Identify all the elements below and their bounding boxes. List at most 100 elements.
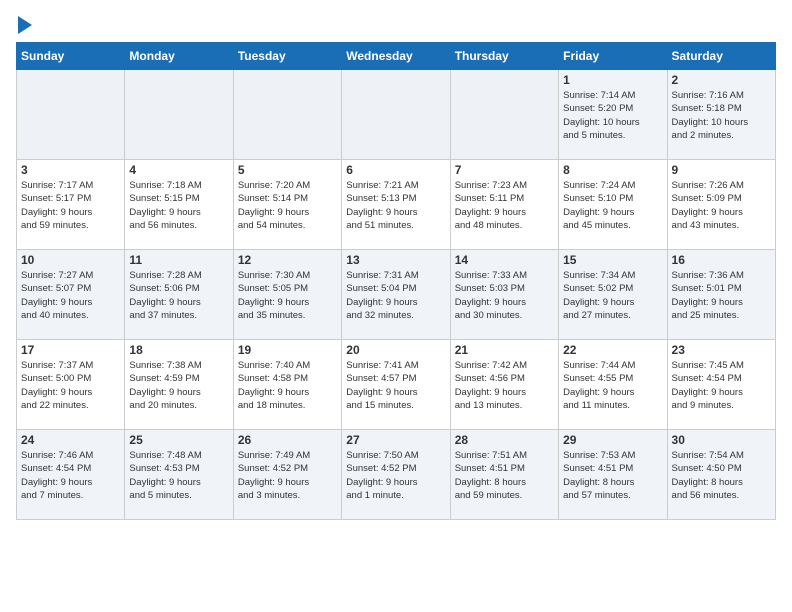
calendar-cell: 9 Sunrise: 7:26 AM Sunset: 5:09 PM Daylig… xyxy=(667,160,775,250)
day-number: 12 xyxy=(238,253,337,267)
day-info: Sunrise: 7:53 AM Sunset: 4:51 PM Dayligh… xyxy=(563,449,662,502)
day-number: 4 xyxy=(129,163,228,177)
day-info: Sunrise: 7:36 AM Sunset: 5:01 PM Dayligh… xyxy=(672,269,771,322)
day-info: Sunrise: 7:42 AM Sunset: 4:56 PM Dayligh… xyxy=(455,359,554,412)
calendar-cell: 13 Sunrise: 7:31 AM Sunset: 5:04 PM Dayli… xyxy=(342,250,450,340)
calendar-cell: 19 Sunrise: 7:40 AM Sunset: 4:58 PM Dayli… xyxy=(233,340,341,430)
day-number: 11 xyxy=(129,253,228,267)
day-info: Sunrise: 7:20 AM Sunset: 5:14 PM Dayligh… xyxy=(238,179,337,232)
calendar-cell: 12 Sunrise: 7:30 AM Sunset: 5:05 PM Dayli… xyxy=(233,250,341,340)
day-info: Sunrise: 7:14 AM Sunset: 5:20 PM Dayligh… xyxy=(563,89,662,142)
day-info: Sunrise: 7:46 AM Sunset: 4:54 PM Dayligh… xyxy=(21,449,120,502)
week-row-3: 10 Sunrise: 7:27 AM Sunset: 5:07 PM Dayli… xyxy=(17,250,776,340)
calendar-cell: 11Sunrise: 7:28 AM Sunset: 5:06 PM Dayli… xyxy=(125,250,233,340)
calendar-cell: 29Sunrise: 7:53 AM Sunset: 4:51 PM Dayli… xyxy=(559,430,667,520)
day-number: 23 xyxy=(672,343,771,357)
header-sunday: Sunday xyxy=(17,43,125,70)
day-info: Sunrise: 7:24 AM Sunset: 5:10 PM Dayligh… xyxy=(563,179,662,232)
calendar-cell: 14 Sunrise: 7:33 AM Sunset: 5:03 PM Dayli… xyxy=(450,250,558,340)
calendar-cell: 17 Sunrise: 7:37 AM Sunset: 5:00 PM Dayli… xyxy=(17,340,125,430)
week-row-4: 17 Sunrise: 7:37 AM Sunset: 5:00 PM Dayli… xyxy=(17,340,776,430)
header-saturday: Saturday xyxy=(667,43,775,70)
calendar-cell: 7Sunrise: 7:23 AM Sunset: 5:11 PM Daylig… xyxy=(450,160,558,250)
day-info: Sunrise: 7:31 AM Sunset: 5:04 PM Dayligh… xyxy=(346,269,445,322)
header-monday: Monday xyxy=(125,43,233,70)
day-number: 21 xyxy=(455,343,554,357)
day-info: Sunrise: 7:34 AM Sunset: 5:02 PM Dayligh… xyxy=(563,269,662,322)
calendar-table: SundayMondayTuesdayWednesdayThursdayFrid… xyxy=(16,42,776,520)
day-number: 2 xyxy=(672,73,771,87)
day-number: 17 xyxy=(21,343,120,357)
day-number: 3 xyxy=(21,163,120,177)
calendar-cell: 21 Sunrise: 7:42 AM Sunset: 4:56 PM Dayli… xyxy=(450,340,558,430)
day-number: 28 xyxy=(455,433,554,447)
calendar-cell: 8 Sunrise: 7:24 AM Sunset: 5:10 PM Daylig… xyxy=(559,160,667,250)
calendar-cell: 20 Sunrise: 7:41 AM Sunset: 4:57 PM Dayli… xyxy=(342,340,450,430)
week-row-2: 3 Sunrise: 7:17 AM Sunset: 5:17 PM Daylig… xyxy=(17,160,776,250)
day-number: 18 xyxy=(129,343,228,357)
day-info: Sunrise: 7:16 AM Sunset: 5:18 PM Dayligh… xyxy=(672,89,771,142)
calendar-cell xyxy=(233,70,341,160)
calendar-cell xyxy=(17,70,125,160)
calendar-cell: 6 Sunrise: 7:21 AM Sunset: 5:13 PM Daylig… xyxy=(342,160,450,250)
header-thursday: Thursday xyxy=(450,43,558,70)
calendar-cell: 15Sunrise: 7:34 AM Sunset: 5:02 PM Dayli… xyxy=(559,250,667,340)
calendar-cell: 5 Sunrise: 7:20 AM Sunset: 5:14 PM Daylig… xyxy=(233,160,341,250)
day-info: Sunrise: 7:18 AM Sunset: 5:15 PM Dayligh… xyxy=(129,179,228,232)
day-info: Sunrise: 7:37 AM Sunset: 5:00 PM Dayligh… xyxy=(21,359,120,412)
day-number: 8 xyxy=(563,163,662,177)
logo xyxy=(16,16,32,34)
day-info: Sunrise: 7:51 AM Sunset: 4:51 PM Dayligh… xyxy=(455,449,554,502)
calendar-cell: 24 Sunrise: 7:46 AM Sunset: 4:54 PM Dayli… xyxy=(17,430,125,520)
calendar-cell: 28 Sunrise: 7:51 AM Sunset: 4:51 PM Dayli… xyxy=(450,430,558,520)
calendar-cell: 10 Sunrise: 7:27 AM Sunset: 5:07 PM Dayli… xyxy=(17,250,125,340)
day-info: Sunrise: 7:54 AM Sunset: 4:50 PM Dayligh… xyxy=(672,449,771,502)
day-info: Sunrise: 7:50 AM Sunset: 4:52 PM Dayligh… xyxy=(346,449,445,502)
day-info: Sunrise: 7:27 AM Sunset: 5:07 PM Dayligh… xyxy=(21,269,120,322)
calendar-cell: 30 Sunrise: 7:54 AM Sunset: 4:50 PM Dayli… xyxy=(667,430,775,520)
day-number: 27 xyxy=(346,433,445,447)
day-number: 25 xyxy=(129,433,228,447)
calendar-cell xyxy=(125,70,233,160)
day-info: Sunrise: 7:38 AM Sunset: 4:59 PM Dayligh… xyxy=(129,359,228,412)
day-number: 30 xyxy=(672,433,771,447)
day-number: 14 xyxy=(455,253,554,267)
day-info: Sunrise: 7:21 AM Sunset: 5:13 PM Dayligh… xyxy=(346,179,445,232)
calendar-cell: 27 Sunrise: 7:50 AM Sunset: 4:52 PM Dayli… xyxy=(342,430,450,520)
week-row-5: 24 Sunrise: 7:46 AM Sunset: 4:54 PM Dayli… xyxy=(17,430,776,520)
day-info: Sunrise: 7:30 AM Sunset: 5:05 PM Dayligh… xyxy=(238,269,337,322)
day-number: 6 xyxy=(346,163,445,177)
day-number: 9 xyxy=(672,163,771,177)
calendar-cell: 18 Sunrise: 7:38 AM Sunset: 4:59 PM Dayli… xyxy=(125,340,233,430)
calendar-cell: 2 Sunrise: 7:16 AM Sunset: 5:18 PM Daylig… xyxy=(667,70,775,160)
day-number: 24 xyxy=(21,433,120,447)
calendar-cell: 1 Sunrise: 7:14 AM Sunset: 5:20 PM Daylig… xyxy=(559,70,667,160)
calendar-cell xyxy=(450,70,558,160)
day-number: 19 xyxy=(238,343,337,357)
day-info: Sunrise: 7:23 AM Sunset: 5:11 PM Dayligh… xyxy=(455,179,554,232)
day-number: 5 xyxy=(238,163,337,177)
day-info: Sunrise: 7:44 AM Sunset: 4:55 PM Dayligh… xyxy=(563,359,662,412)
weekday-header-row: SundayMondayTuesdayWednesdayThursdayFrid… xyxy=(17,43,776,70)
day-info: Sunrise: 7:40 AM Sunset: 4:58 PM Dayligh… xyxy=(238,359,337,412)
day-number: 1 xyxy=(563,73,662,87)
day-number: 22 xyxy=(563,343,662,357)
calendar-cell: 25 Sunrise: 7:48 AM Sunset: 4:53 PM Dayli… xyxy=(125,430,233,520)
calendar-cell: 22 Sunrise: 7:44 AM Sunset: 4:55 PM Dayli… xyxy=(559,340,667,430)
page-header xyxy=(16,16,776,34)
day-info: Sunrise: 7:33 AM Sunset: 5:03 PM Dayligh… xyxy=(455,269,554,322)
calendar-cell: 4 Sunrise: 7:18 AM Sunset: 5:15 PM Daylig… xyxy=(125,160,233,250)
day-number: 10 xyxy=(21,253,120,267)
day-number: 16 xyxy=(672,253,771,267)
logo-arrow-icon xyxy=(18,16,32,34)
day-info: Sunrise: 7:41 AM Sunset: 4:57 PM Dayligh… xyxy=(346,359,445,412)
day-number: 13 xyxy=(346,253,445,267)
day-info: Sunrise: 7:17 AM Sunset: 5:17 PM Dayligh… xyxy=(21,179,120,232)
day-number: 20 xyxy=(346,343,445,357)
calendar-cell: 23 Sunrise: 7:45 AM Sunset: 4:54 PM Dayli… xyxy=(667,340,775,430)
day-info: Sunrise: 7:26 AM Sunset: 5:09 PM Dayligh… xyxy=(672,179,771,232)
day-info: Sunrise: 7:48 AM Sunset: 4:53 PM Dayligh… xyxy=(129,449,228,502)
day-info: Sunrise: 7:45 AM Sunset: 4:54 PM Dayligh… xyxy=(672,359,771,412)
day-number: 26 xyxy=(238,433,337,447)
week-row-1: 1 Sunrise: 7:14 AM Sunset: 5:20 PM Daylig… xyxy=(17,70,776,160)
